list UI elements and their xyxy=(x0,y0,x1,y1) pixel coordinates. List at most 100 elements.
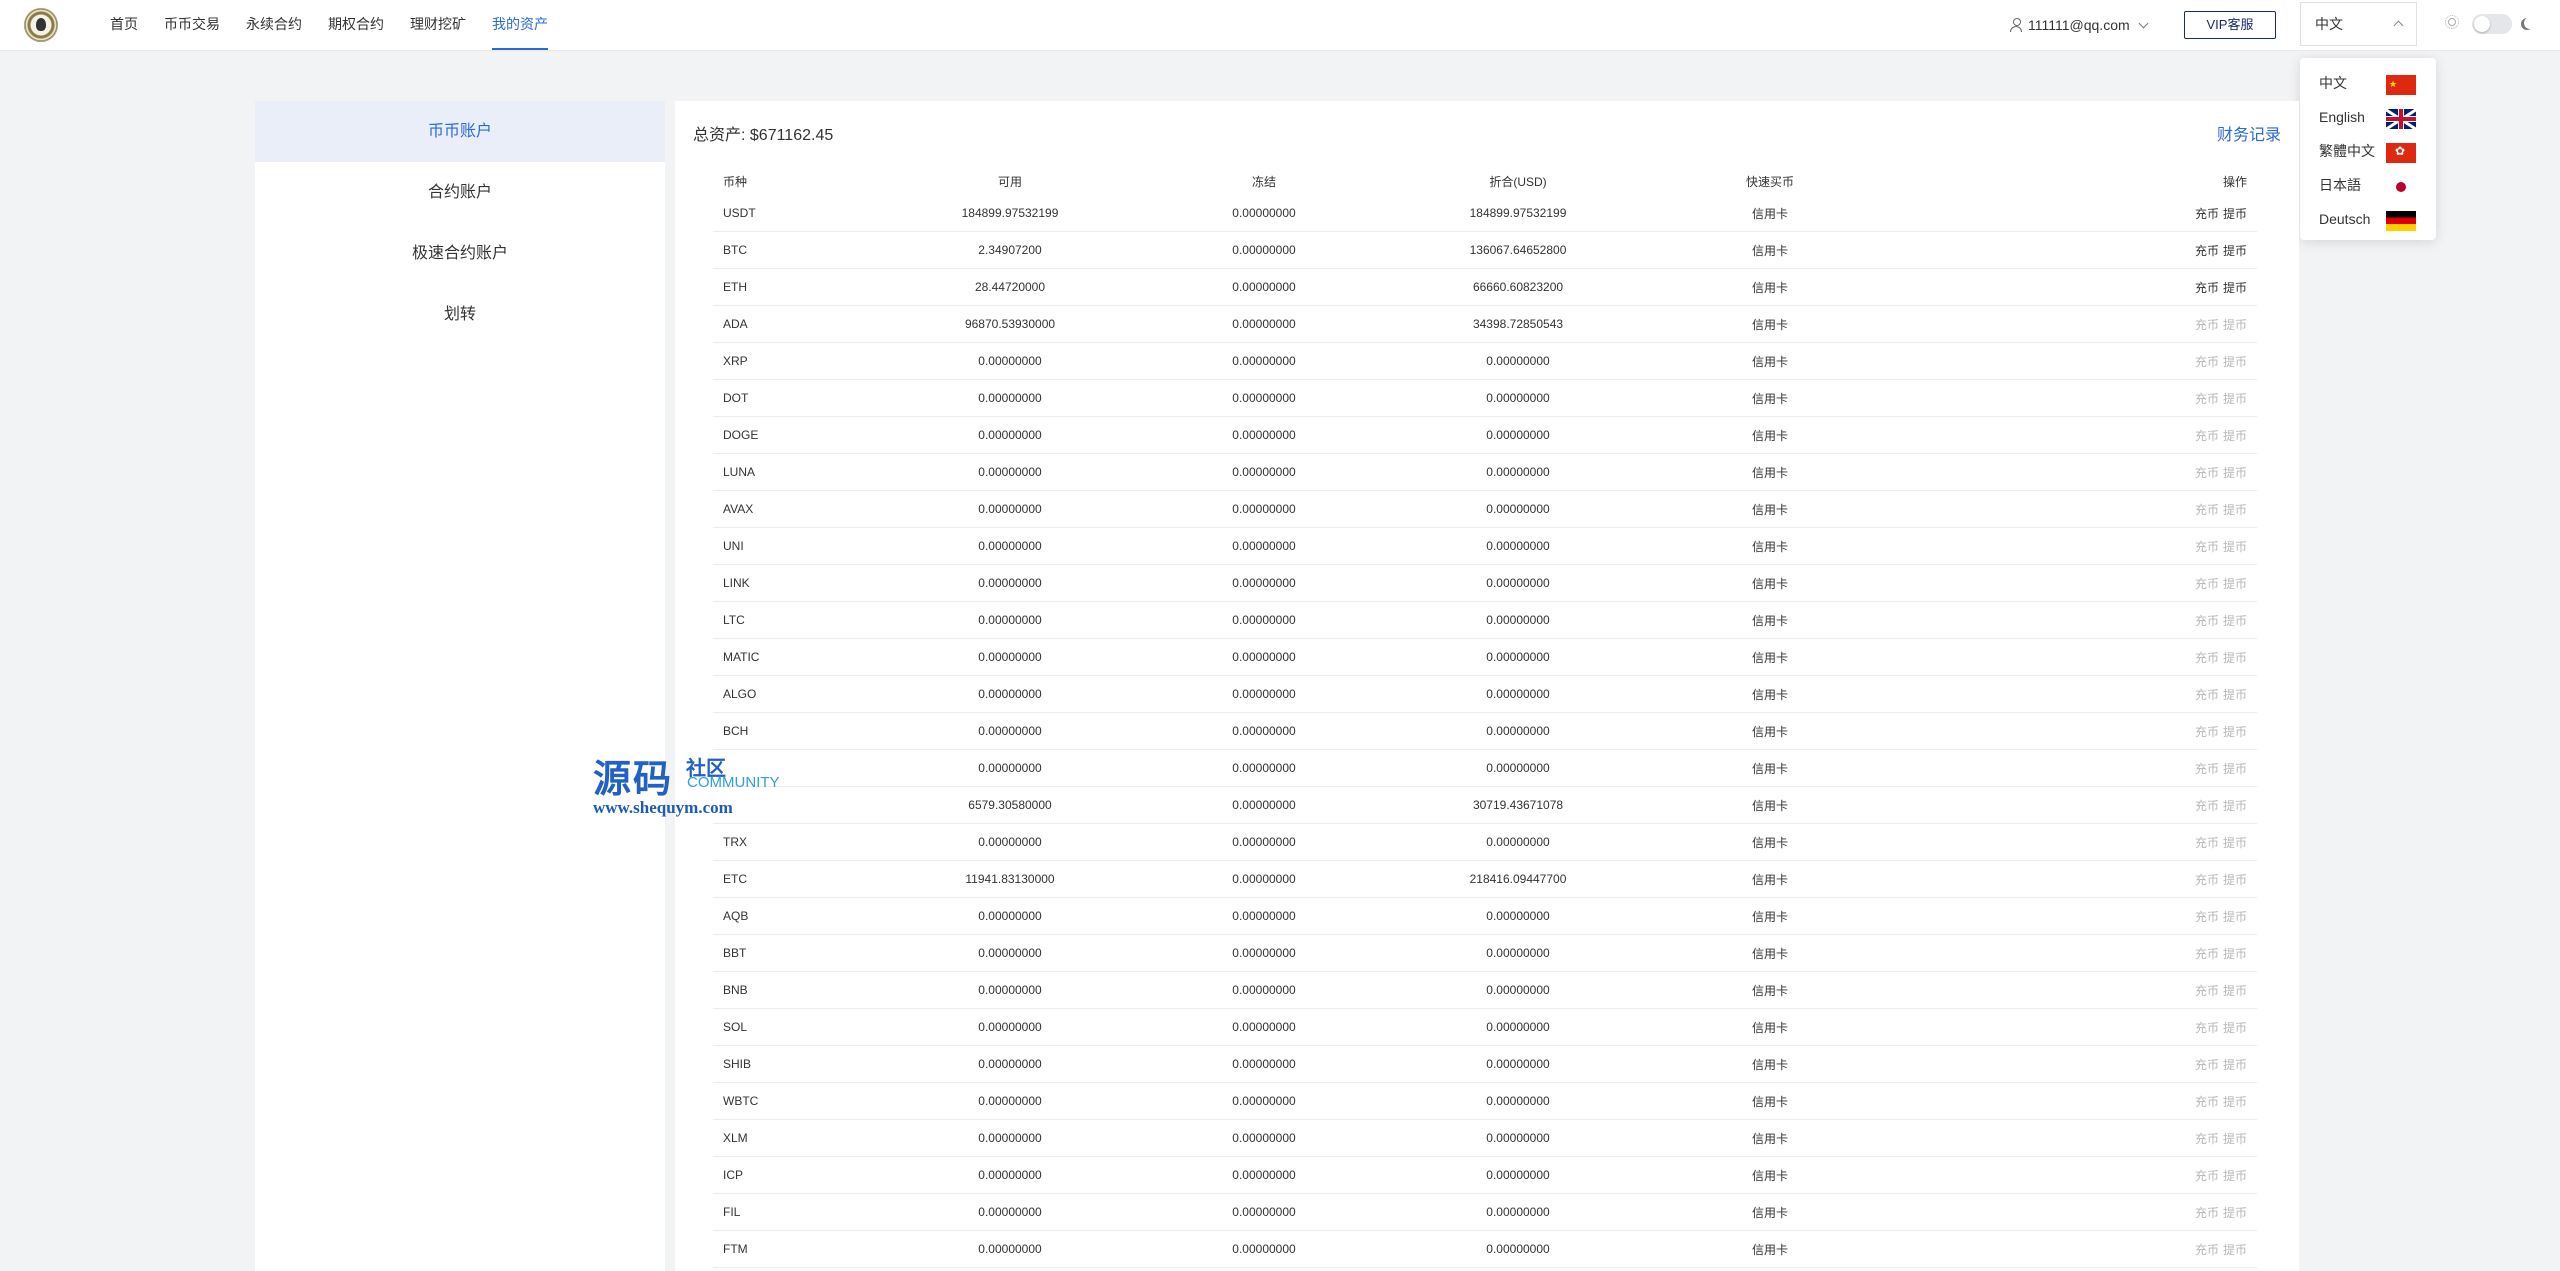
deposit-button[interactable]: 充币 xyxy=(2195,207,2219,221)
credit-card-buy-link[interactable]: 信用卡 xyxy=(1645,971,1895,1009)
withdraw-button[interactable]: 提币 xyxy=(2223,503,2247,517)
credit-card-buy-link[interactable]: 信用卡 xyxy=(1645,638,1895,676)
credit-card-buy-link[interactable]: 信用卡 xyxy=(1645,1008,1895,1046)
withdraw-button[interactable]: 提币 xyxy=(2223,614,2247,628)
deposit-button[interactable]: 充币 xyxy=(2195,799,2219,813)
deposit-button[interactable]: 充币 xyxy=(2195,503,2219,517)
deposit-button[interactable]: 充币 xyxy=(2195,281,2219,295)
credit-card-buy-link[interactable]: 信用卡 xyxy=(1645,305,1895,343)
withdraw-button[interactable]: 提币 xyxy=(2223,1021,2247,1035)
deposit-button[interactable]: 充币 xyxy=(2195,1058,2219,1072)
nav-item-1[interactable]: 币币交易 xyxy=(164,0,220,50)
credit-card-buy-link[interactable]: 信用卡 xyxy=(1645,231,1895,269)
language-option-0[interactable]: 中文 xyxy=(2300,66,2436,101)
credit-card-buy-link[interactable]: 信用卡 xyxy=(1645,1230,1895,1268)
deposit-button[interactable]: 充币 xyxy=(2195,725,2219,739)
withdraw-button[interactable]: 提币 xyxy=(2223,947,2247,961)
withdraw-button[interactable]: 提币 xyxy=(2223,836,2247,850)
withdraw-button[interactable]: 提币 xyxy=(2223,1058,2247,1072)
nav-item-0[interactable]: 首页 xyxy=(110,0,138,50)
deposit-button[interactable]: 充币 xyxy=(2195,1095,2219,1109)
nav-item-2[interactable]: 永续合约 xyxy=(246,0,302,50)
withdraw-button[interactable]: 提币 xyxy=(2223,762,2247,776)
deposit-button[interactable]: 充币 xyxy=(2195,688,2219,702)
credit-card-buy-link[interactable]: 信用卡 xyxy=(1645,342,1895,380)
credit-card-buy-link[interactable]: 信用卡 xyxy=(1645,195,1895,232)
withdraw-button[interactable]: 提币 xyxy=(2223,984,2247,998)
deposit-button[interactable]: 充币 xyxy=(2195,355,2219,369)
credit-card-buy-link[interactable]: 信用卡 xyxy=(1645,268,1895,306)
deposit-button[interactable]: 充币 xyxy=(2195,651,2219,665)
withdraw-button[interactable]: 提币 xyxy=(2223,355,2247,369)
withdraw-button[interactable]: 提币 xyxy=(2223,1243,2247,1257)
deposit-button[interactable]: 充币 xyxy=(2195,392,2219,406)
withdraw-button[interactable]: 提币 xyxy=(2223,725,2247,739)
sidebar-item-3[interactable]: 划转 xyxy=(255,284,665,345)
language-option-2[interactable]: 繁體中文 xyxy=(2300,134,2436,168)
deposit-button[interactable]: 充币 xyxy=(2195,466,2219,480)
withdraw-button[interactable]: 提币 xyxy=(2223,1169,2247,1183)
deposit-button[interactable]: 充币 xyxy=(2195,1206,2219,1220)
credit-card-buy-link[interactable]: 信用卡 xyxy=(1645,601,1895,639)
nav-item-5[interactable]: 我的资产 xyxy=(492,0,548,50)
withdraw-button[interactable]: 提币 xyxy=(2223,540,2247,554)
withdraw-button[interactable]: 提币 xyxy=(2223,244,2247,258)
withdraw-button[interactable]: 提币 xyxy=(2223,651,2247,665)
deposit-button[interactable]: 充币 xyxy=(2195,910,2219,924)
credit-card-buy-link[interactable]: 信用卡 xyxy=(1645,712,1895,750)
credit-card-buy-link[interactable]: 信用卡 xyxy=(1645,897,1895,935)
deposit-button[interactable]: 充币 xyxy=(2195,318,2219,332)
withdraw-button[interactable]: 提币 xyxy=(2223,281,2247,295)
credit-card-buy-link[interactable]: 信用卡 xyxy=(1645,934,1895,972)
deposit-button[interactable]: 充币 xyxy=(2195,1243,2219,1257)
financial-records-link[interactable]: 财务记录 xyxy=(2217,121,2281,145)
credit-card-buy-link[interactable]: 信用卡 xyxy=(1645,453,1895,491)
credit-card-buy-link[interactable]: 信用卡 xyxy=(1645,749,1895,787)
user-menu[interactable]: 111111@qq.com xyxy=(2010,0,2149,50)
credit-card-buy-link[interactable]: 信用卡 xyxy=(1645,416,1895,454)
withdraw-button[interactable]: 提币 xyxy=(2223,318,2247,332)
language-select[interactable]: 中文 xyxy=(2300,2,2417,46)
deposit-button[interactable]: 充币 xyxy=(2195,762,2219,776)
credit-card-buy-link[interactable]: 信用卡 xyxy=(1645,1082,1895,1120)
theme-toggle[interactable] xyxy=(2472,14,2512,34)
credit-card-buy-link[interactable]: 信用卡 xyxy=(1645,786,1895,824)
vip-support-button[interactable]: VIP客服 xyxy=(2184,11,2276,39)
deposit-button[interactable]: 充币 xyxy=(2195,577,2219,591)
credit-card-buy-link[interactable]: 信用卡 xyxy=(1645,1119,1895,1157)
deposit-button[interactable]: 充币 xyxy=(2195,1021,2219,1035)
sidebar-item-2[interactable]: 极速合约账户 xyxy=(255,223,665,284)
withdraw-button[interactable]: 提币 xyxy=(2223,392,2247,406)
deposit-button[interactable]: 充币 xyxy=(2195,1132,2219,1146)
language-option-3[interactable]: 日本語 xyxy=(2300,168,2436,202)
nav-item-4[interactable]: 理财挖矿 xyxy=(410,0,466,50)
language-option-4[interactable]: Deutsch xyxy=(2300,202,2436,236)
site-logo[interactable] xyxy=(24,8,58,42)
deposit-button[interactable]: 充币 xyxy=(2195,873,2219,887)
credit-card-buy-link[interactable]: 信用卡 xyxy=(1645,1156,1895,1194)
withdraw-button[interactable]: 提币 xyxy=(2223,910,2247,924)
credit-card-buy-link[interactable]: 信用卡 xyxy=(1645,1045,1895,1083)
deposit-button[interactable]: 充币 xyxy=(2195,836,2219,850)
deposit-button[interactable]: 充币 xyxy=(2195,540,2219,554)
sidebar-item-1[interactable]: 合约账户 xyxy=(255,162,665,223)
deposit-button[interactable]: 充币 xyxy=(2195,1169,2219,1183)
deposit-button[interactable]: 充币 xyxy=(2195,429,2219,443)
credit-card-buy-link[interactable]: 信用卡 xyxy=(1645,527,1895,565)
credit-card-buy-link[interactable]: 信用卡 xyxy=(1645,823,1895,861)
withdraw-button[interactable]: 提币 xyxy=(2223,466,2247,480)
deposit-button[interactable]: 充币 xyxy=(2195,947,2219,961)
withdraw-button[interactable]: 提币 xyxy=(2223,1132,2247,1146)
withdraw-button[interactable]: 提币 xyxy=(2223,207,2247,221)
sidebar-item-0[interactable]: 币币账户 xyxy=(255,101,665,162)
withdraw-button[interactable]: 提币 xyxy=(2223,1206,2247,1220)
withdraw-button[interactable]: 提币 xyxy=(2223,873,2247,887)
withdraw-button[interactable]: 提币 xyxy=(2223,1095,2247,1109)
credit-card-buy-link[interactable]: 信用卡 xyxy=(1645,675,1895,713)
credit-card-buy-link[interactable]: 信用卡 xyxy=(1645,379,1895,417)
withdraw-button[interactable]: 提币 xyxy=(2223,799,2247,813)
credit-card-buy-link[interactable]: 信用卡 xyxy=(1645,1193,1895,1231)
deposit-button[interactable]: 充币 xyxy=(2195,984,2219,998)
credit-card-buy-link[interactable]: 信用卡 xyxy=(1645,490,1895,528)
withdraw-button[interactable]: 提币 xyxy=(2223,429,2247,443)
